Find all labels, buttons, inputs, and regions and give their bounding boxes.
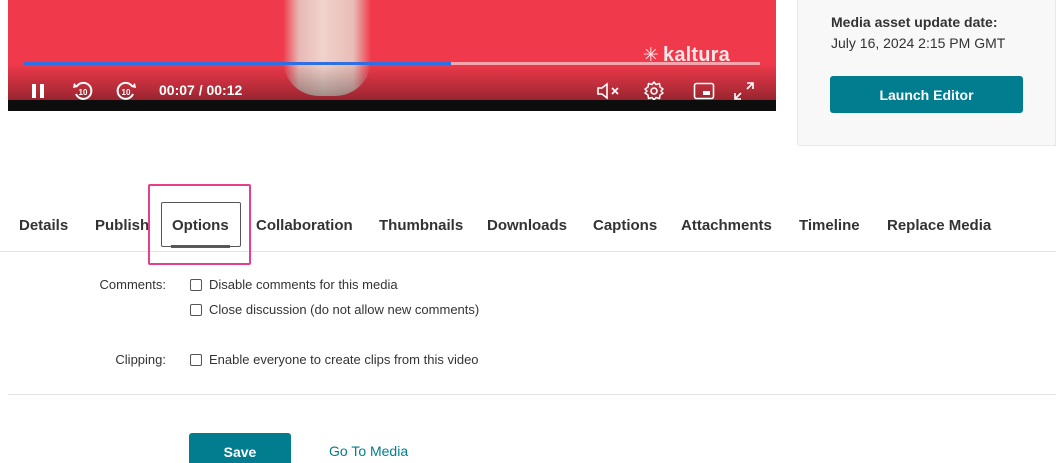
tab-details[interactable]: Details bbox=[19, 217, 68, 234]
comments-label: Comments: bbox=[99, 277, 166, 292]
tab-attachments[interactable]: Attachments bbox=[681, 217, 772, 234]
enable-clips-option[interactable]: Enable everyone to create clips from thi… bbox=[190, 352, 479, 367]
close-discussion-checkbox[interactable] bbox=[190, 303, 202, 316]
tab-captions[interactable]: Captions bbox=[593, 217, 657, 234]
close-discussion-option[interactable]: Close discussion (do not allow new comme… bbox=[190, 302, 479, 317]
form-divider bbox=[8, 394, 1056, 395]
launch-editor-button[interactable]: Launch Editor bbox=[830, 76, 1023, 113]
media-info-panel: Media asset update date: July 16, 2024 2… bbox=[797, 0, 1056, 146]
update-date-value: July 16, 2024 2:15 PM GMT bbox=[831, 35, 1006, 51]
go-to-media-link[interactable]: Go To Media bbox=[329, 443, 408, 459]
update-date-label: Media asset update date: bbox=[831, 14, 998, 30]
enable-clips-checkbox[interactable] bbox=[190, 353, 202, 366]
close-discussion-label: Close discussion (do not allow new comme… bbox=[209, 302, 480, 317]
enable-clips-label: Enable everyone to create clips from thi… bbox=[209, 352, 479, 367]
svg-text:10: 10 bbox=[79, 88, 88, 97]
tab-downloads[interactable]: Downloads bbox=[487, 217, 567, 234]
tab-thumbnails[interactable]: Thumbnails bbox=[379, 217, 463, 234]
tab-collaboration[interactable]: Collaboration bbox=[256, 217, 353, 234]
tab-publish[interactable]: Publish bbox=[95, 217, 149, 234]
tab-options[interactable]: Options bbox=[171, 217, 230, 248]
svg-text:10: 10 bbox=[122, 88, 131, 97]
tab-replace-media[interactable]: Replace Media bbox=[887, 217, 991, 234]
seek-bar[interactable] bbox=[24, 62, 760, 65]
disable-comments-label: Disable comments for this media bbox=[209, 277, 398, 292]
seek-bar-fill bbox=[24, 62, 451, 65]
time-display: 00:07 / 00:12 bbox=[159, 82, 243, 98]
disable-comments-checkbox[interactable] bbox=[190, 278, 202, 291]
clipping-label: Clipping: bbox=[115, 352, 166, 367]
video-player[interactable]: ✳ kaltura 10 10 00:07 / 00:12 bbox=[8, 0, 776, 111]
media-tabs: Details Publish Options Collaboration Th… bbox=[0, 205, 1056, 252]
save-button[interactable]: Save bbox=[189, 433, 291, 463]
tab-timeline[interactable]: Timeline bbox=[799, 217, 860, 234]
disable-comments-option[interactable]: Disable comments for this media bbox=[190, 277, 398, 292]
